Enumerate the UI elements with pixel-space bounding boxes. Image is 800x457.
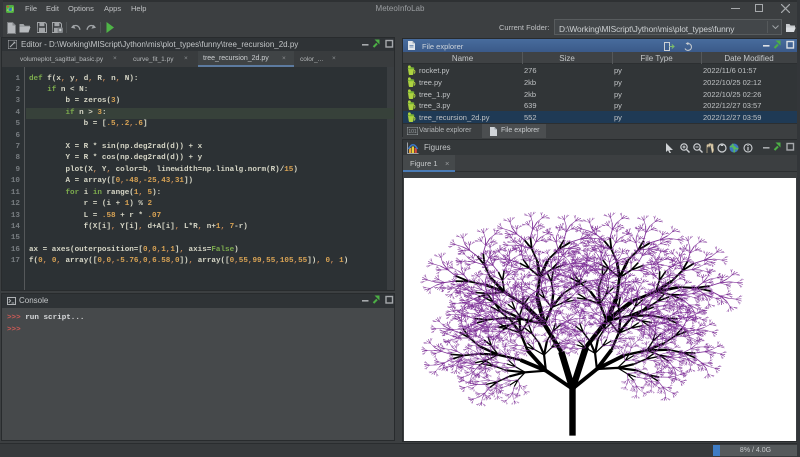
svg-text:101: 101 — [408, 129, 417, 135]
